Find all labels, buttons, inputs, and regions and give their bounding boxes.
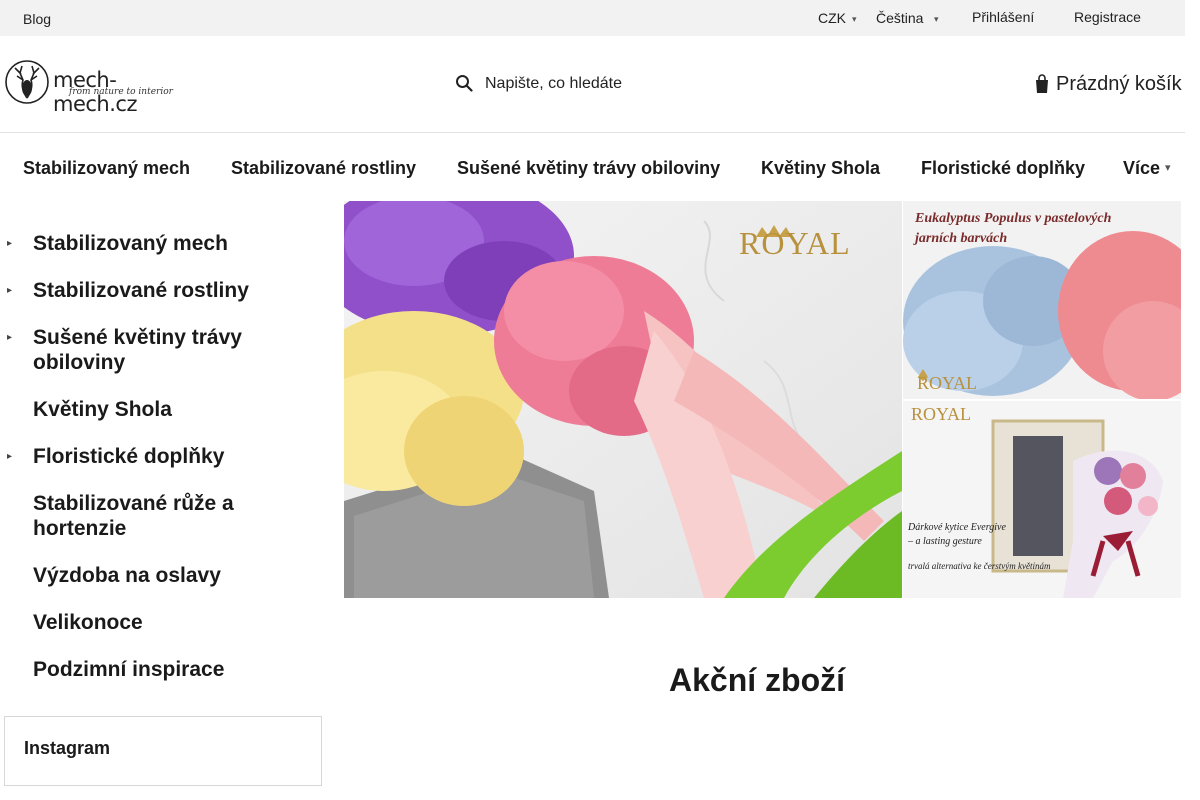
banner-evergive-line-2: – a lasting gesture <box>908 536 982 547</box>
banner-eukalyptus[interactable]: Eukalyptus Populus v pastelových jarních… <box>903 201 1181 399</box>
banner-brand-label: ROYAL <box>917 373 978 393</box>
register-link[interactable]: Registrace <box>1074 9 1141 25</box>
chevron-right-icon[interactable]: ▸ <box>7 238 12 249</box>
search-icon[interactable] <box>455 74 473 92</box>
nav-item-floristicke-doplnky[interactable]: Floristické doplňky <box>921 158 1085 179</box>
instagram-widget: Instagram <box>4 716 322 786</box>
sidebar-item-susene-kvetiny[interactable]: Sušené květiny trávy obiloviny <box>33 325 283 375</box>
top-bar: Blog CZK ▾ Čeština ▾ Přihlášení Registra… <box>0 0 1185 36</box>
logo-tagline: from nature to interior <box>69 87 173 97</box>
banner-main[interactable]: ROYAL <box>344 201 902 598</box>
chevron-down-icon: ▾ <box>1165 162 1171 174</box>
nav-more-button[interactable]: Více <box>1123 158 1160 179</box>
banner-eukalyptus-title-1: Eukalyptus Populus v pastelových <box>915 211 1112 226</box>
site-logo[interactable]: mech-mech.cz from nature to interior <box>5 58 185 116</box>
banner-evergive-line-1: Dárkové kytice Evergive <box>908 522 1006 533</box>
currency-selector[interactable]: CZK <box>818 10 846 26</box>
chevron-right-icon[interactable]: ▸ <box>7 285 12 296</box>
banner-brand-label: ROYAL <box>911 404 972 424</box>
chevron-down-icon: ▾ <box>852 14 857 24</box>
cart-label[interactable]: Prázdný košík <box>1056 73 1182 96</box>
cart-icon[interactable] <box>1034 74 1050 94</box>
banner-evergive[interactable]: ROYAL Dárkové kytice Evergive – a lastin… <box>903 401 1181 598</box>
header-divider <box>0 132 1185 133</box>
sidebar-item-podzimni-inspirace[interactable]: Podzimní inspirace <box>33 657 303 682</box>
nav-item-susene-kvetiny[interactable]: Sušené květiny trávy obiloviny <box>457 158 720 179</box>
instagram-title: Instagram <box>24 738 111 758</box>
sidebar-item-ruze-hortenzie[interactable]: Stabilizované růže a hortenzie <box>33 491 283 541</box>
chevron-right-icon[interactable]: ▸ <box>7 332 12 343</box>
banner-evergive-line-3: trvalá alternativa ke čerstvým květinám <box>908 561 1051 571</box>
section-title: Akční zboží <box>669 662 846 698</box>
chevron-right-icon[interactable]: ▸ <box>7 451 12 462</box>
nav-item-stabilizovany-mech[interactable]: Stabilizovaný mech <box>23 158 190 179</box>
sidebar-item-stabilizovane-rostliny[interactable]: Stabilizované rostliny <box>33 278 303 303</box>
search-input[interactable] <box>485 70 785 98</box>
sidebar-item-floristicke-doplnky[interactable]: Floristické doplňky <box>33 444 303 469</box>
chevron-down-icon: ▾ <box>934 14 939 24</box>
deer-logo-icon <box>5 60 49 104</box>
sidebar-item-vyzdoba-na-oslavy[interactable]: Výzdoba na oslavy <box>33 563 303 588</box>
sidebar-item-kvetiny-shola[interactable]: Květiny Shola <box>33 397 303 422</box>
banner-brand-label: ROYAL <box>739 225 851 261</box>
sidebar-item-stabilizovany-mech[interactable]: Stabilizovaný mech <box>33 231 303 256</box>
banner-eukalyptus-title-2: jarních barvách <box>915 231 1008 246</box>
login-link[interactable]: Přihlášení <box>972 9 1034 25</box>
nav-item-stabilizovane-rostliny[interactable]: Stabilizované rostliny <box>231 158 416 179</box>
language-selector[interactable]: Čeština <box>876 10 923 26</box>
blog-link[interactable]: Blog <box>23 11 51 27</box>
sidebar-item-velikonoce[interactable]: Velikonoce <box>33 610 303 635</box>
nav-item-kvetiny-shola[interactable]: Květiny Shola <box>761 158 880 179</box>
